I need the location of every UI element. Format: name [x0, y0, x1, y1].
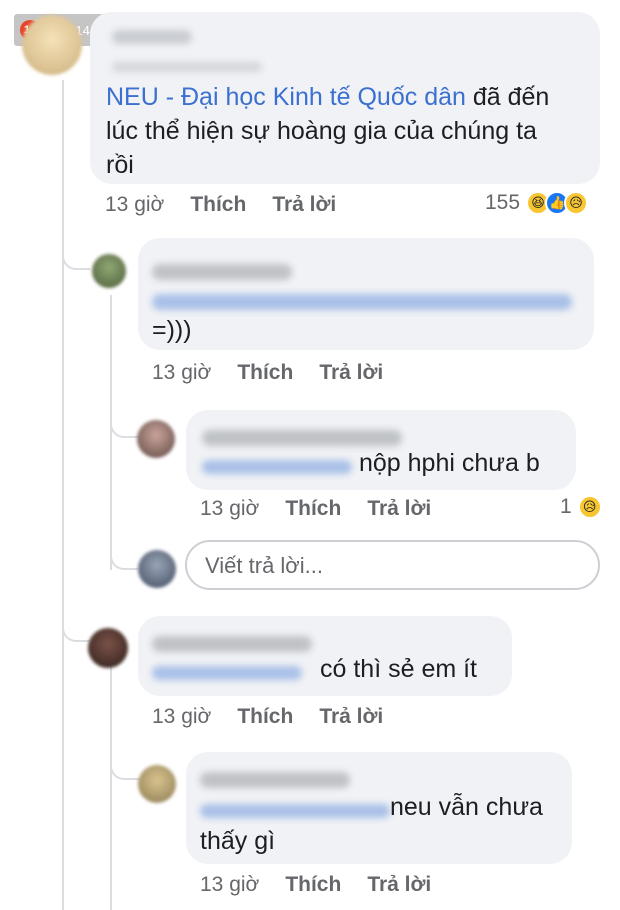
thread-line-main	[62, 80, 64, 910]
comment-time[interactable]: 13 giờ	[105, 193, 164, 217]
comment-text: có thì sẻ em ít	[320, 655, 478, 683]
commenter-name-blurred	[112, 30, 192, 44]
thread-branch	[110, 410, 140, 438]
comment-bubble: NEU - Đại học Kinh tế Quốc dân đã đến lú…	[90, 12, 600, 184]
reaction-summary[interactable]: 1 😥	[560, 495, 602, 519]
like-button[interactable]: Thích	[237, 705, 293, 729]
comment-text: NEU - Đại học Kinh tế Quốc dân đã đến	[106, 82, 596, 112]
commenter-subtitle-blurred	[112, 62, 262, 72]
reaction-summary[interactable]: 155 😆 👍 😥	[485, 191, 589, 215]
comment-time[interactable]: 13 giờ	[200, 497, 259, 521]
like-button[interactable]: Thích	[285, 873, 341, 897]
comment-text: =)))	[152, 316, 192, 344]
comment-actions: 13 giờ Thích Trả lời	[152, 361, 383, 385]
comment-bubble: nộp hphi chưa b	[186, 410, 576, 490]
commenter-name-blurred	[202, 430, 402, 446]
reply-button[interactable]: Trả lời	[367, 497, 431, 521]
comment-text-line: thấy gì	[200, 827, 276, 855]
thread-branch	[62, 240, 90, 270]
thread-branch	[110, 540, 138, 570]
commenter-name-blurred	[152, 636, 312, 652]
comment-bubble: neu vẫn chưa thấy gì	[186, 752, 572, 864]
tagged-user-blurred	[202, 460, 352, 474]
sad-icon: 😥	[577, 495, 602, 519]
comment-actions: 13 giờ Thích Trả lời	[105, 193, 336, 217]
comment-bubble: có thì sẻ em ít	[138, 616, 512, 696]
reply-button[interactable]: Trả lời	[319, 361, 383, 385]
comment-text: nộp hphi chưa b	[359, 449, 540, 477]
reply-placeholder: Viết trả lời...	[205, 553, 323, 578]
comment-actions: 13 giờ Thích Trả lời	[152, 705, 383, 729]
comment-text-line: rồi	[106, 151, 134, 179]
thread-branch	[110, 750, 140, 780]
avatar[interactable]	[137, 420, 175, 458]
reaction-count: 1	[560, 495, 572, 518]
reply-input[interactable]: Viết trả lời...	[185, 540, 600, 590]
tagged-page-link[interactable]: NEU - Đại học Kinh tế Quốc dân	[106, 83, 466, 111]
avatar[interactable]	[22, 15, 82, 75]
comment-text-line: neu vẫn chưa	[390, 793, 543, 821]
comment-text-line: lúc thể hiện sự hoàng gia của chúng ta	[106, 117, 537, 145]
current-user-avatar	[138, 550, 176, 588]
comment-time[interactable]: 13 giờ	[200, 873, 259, 897]
comment-actions: 13 giờ Thích Trả lời	[200, 497, 431, 521]
like-button[interactable]: Thích	[237, 361, 293, 385]
reaction-count: 155	[485, 191, 521, 214]
thread-line-reply	[110, 665, 112, 910]
reply-button[interactable]: Trả lời	[367, 873, 431, 897]
sad-icon: 😥	[564, 191, 589, 215]
like-button[interactable]: Thích	[285, 497, 341, 521]
thread-branch	[62, 600, 90, 642]
like-button[interactable]: Thích	[190, 193, 246, 217]
reply-button[interactable]: Trả lời	[272, 193, 336, 217]
comment-bubble: =)))	[138, 238, 594, 350]
tagged-user-blurred	[200, 804, 390, 818]
avatar[interactable]	[138, 765, 176, 803]
reply-button[interactable]: Trả lời	[319, 705, 383, 729]
comment-actions: 13 giờ Thích Trả lời	[200, 873, 431, 897]
tagged-user-blurred	[152, 294, 572, 310]
thread-line-reply	[110, 295, 112, 570]
comment-time[interactable]: 13 giờ	[152, 705, 211, 729]
avatar[interactable]	[88, 628, 128, 668]
commenter-name-blurred	[200, 772, 350, 788]
avatar[interactable]	[92, 254, 126, 288]
comment-text-part: đã đến	[465, 83, 550, 111]
commenter-name-blurred	[152, 264, 292, 280]
comment-time[interactable]: 13 giờ	[152, 361, 211, 385]
tagged-user-blurred	[152, 666, 302, 680]
